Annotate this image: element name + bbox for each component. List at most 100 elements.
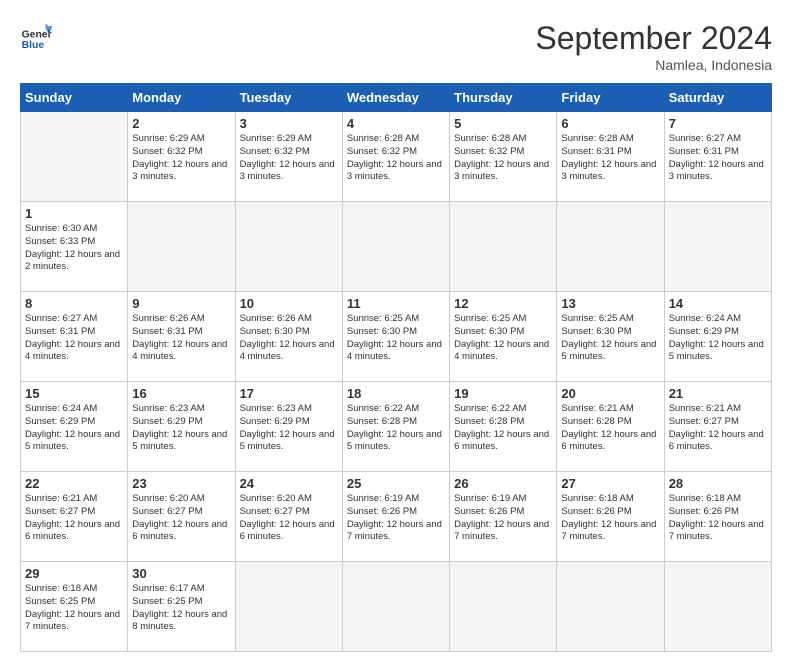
calendar-table: SundayMondayTuesdayWednesdayThursdayFrid… [20,83,772,652]
day-cell-13: 13 Sunrise: 6:25 AMSunset: 6:30 PMDaylig… [557,292,664,382]
cell-info: Sunrise: 6:24 AMSunset: 6:29 PMDaylight:… [25,403,123,454]
day-cell-25: 25 Sunrise: 6:19 AMSunset: 6:26 PMDaylig… [342,472,449,562]
empty-cell [664,562,771,652]
day-cell-24: 24 Sunrise: 6:20 AMSunset: 6:27 PMDaylig… [235,472,342,562]
day-cell-19: 19 Sunrise: 6:22 AMSunset: 6:28 PMDaylig… [450,382,557,472]
day-number: 3 [240,116,338,131]
cell-info: Sunrise: 6:27 AMSunset: 6:31 PMDaylight:… [669,133,767,184]
cell-info: Sunrise: 6:19 AMSunset: 6:26 PMDaylight:… [454,493,552,544]
day-number: 9 [132,296,230,311]
day-header-tuesday: Tuesday [235,84,342,112]
day-number: 2 [132,116,230,131]
day-number: 28 [669,476,767,491]
cell-info: Sunrise: 6:23 AMSunset: 6:29 PMDaylight:… [240,403,338,454]
day-header-thursday: Thursday [450,84,557,112]
cell-info: Sunrise: 6:21 AMSunset: 6:27 PMDaylight:… [669,403,767,454]
cell-info: Sunrise: 6:26 AMSunset: 6:30 PMDaylight:… [240,313,338,364]
cell-info: Sunrise: 6:28 AMSunset: 6:32 PMDaylight:… [347,133,445,184]
cell-info: Sunrise: 6:28 AMSunset: 6:31 PMDaylight:… [561,133,659,184]
empty-cell [342,562,449,652]
day-cell-12: 12 Sunrise: 6:25 AMSunset: 6:30 PMDaylig… [450,292,557,382]
svg-text:General: General [22,30,52,41]
day-number: 12 [454,296,552,311]
cell-info: Sunrise: 6:20 AMSunset: 6:27 PMDaylight:… [132,493,230,544]
day-number: 23 [132,476,230,491]
day-header-saturday: Saturday [664,84,771,112]
day-number: 27 [561,476,659,491]
day-number: 26 [454,476,552,491]
cell-info: Sunrise: 6:20 AMSunset: 6:27 PMDaylight:… [240,493,338,544]
day-number: 25 [347,476,445,491]
cell-info: Sunrise: 6:24 AMSunset: 6:29 PMDaylight:… [669,313,767,364]
svg-text:Blue: Blue [22,40,45,51]
day-cell-8: 8 Sunrise: 6:27 AMSunset: 6:31 PMDayligh… [21,292,128,382]
cell-info: Sunrise: 6:25 AMSunset: 6:30 PMDaylight:… [454,313,552,364]
cell-info: Sunrise: 6:25 AMSunset: 6:30 PMDaylight:… [561,313,659,364]
calendar-week-2: 1 Sunrise: 6:30 AMSunset: 6:33 PMDayligh… [21,202,772,292]
empty-cell [342,202,449,292]
day-number: 11 [347,296,445,311]
empty-cell [557,202,664,292]
day-number: 24 [240,476,338,491]
day-number: 17 [240,386,338,401]
day-cell-27: 27 Sunrise: 6:18 AMSunset: 6:26 PMDaylig… [557,472,664,562]
cell-info: Sunrise: 6:25 AMSunset: 6:30 PMDaylight:… [347,313,445,364]
day-number: 18 [347,386,445,401]
day-cell-15: 15 Sunrise: 6:24 AMSunset: 6:29 PMDaylig… [21,382,128,472]
calendar-week-6: 29 Sunrise: 6:18 AMSunset: 6:25 PMDaylig… [21,562,772,652]
cell-info: Sunrise: 6:30 AMSunset: 6:33 PMDaylight:… [25,223,123,274]
day-cell-30: 30 Sunrise: 6:17 AMSunset: 6:25 PMDaylig… [128,562,235,652]
day-number: 1 [25,206,123,221]
cell-info: Sunrise: 6:22 AMSunset: 6:28 PMDaylight:… [454,403,552,454]
empty-cell [235,202,342,292]
day-number: 19 [454,386,552,401]
day-cell-26: 26 Sunrise: 6:19 AMSunset: 6:26 PMDaylig… [450,472,557,562]
day-header-wednesday: Wednesday [342,84,449,112]
day-cell-21: 21 Sunrise: 6:21 AMSunset: 6:27 PMDaylig… [664,382,771,472]
cell-info: Sunrise: 6:29 AMSunset: 6:32 PMDaylight:… [132,133,230,184]
month-title: September 2024 [535,20,772,57]
logo: General Blue [20,20,52,52]
day-number: 15 [25,386,123,401]
day-header-monday: Monday [128,84,235,112]
empty-cell [450,202,557,292]
cell-info: Sunrise: 6:17 AMSunset: 6:25 PMDaylight:… [132,583,230,634]
empty-cell [450,562,557,652]
day-cell-28: 28 Sunrise: 6:18 AMSunset: 6:26 PMDaylig… [664,472,771,562]
day-cell-29: 29 Sunrise: 6:18 AMSunset: 6:25 PMDaylig… [21,562,128,652]
day-number: 16 [132,386,230,401]
title-block: September 2024 Namlea, Indonesia [535,20,772,73]
header-row: SundayMondayTuesdayWednesdayThursdayFrid… [21,84,772,112]
calendar-week-4: 15 Sunrise: 6:24 AMSunset: 6:29 PMDaylig… [21,382,772,472]
logo-icon: General Blue [20,20,52,52]
day-cell-14: 14 Sunrise: 6:24 AMSunset: 6:29 PMDaylig… [664,292,771,382]
day-cell-7: 7 Sunrise: 6:27 AMSunset: 6:31 PMDayligh… [664,112,771,202]
day-cell-2: 2 Sunrise: 6:29 AMSunset: 6:32 PMDayligh… [128,112,235,202]
empty-cell [235,562,342,652]
day-cell-16: 16 Sunrise: 6:23 AMSunset: 6:29 PMDaylig… [128,382,235,472]
cell-info: Sunrise: 6:26 AMSunset: 6:31 PMDaylight:… [132,313,230,364]
day-cell-9: 9 Sunrise: 6:26 AMSunset: 6:31 PMDayligh… [128,292,235,382]
cell-info: Sunrise: 6:21 AMSunset: 6:28 PMDaylight:… [561,403,659,454]
day-cell-4: 4 Sunrise: 6:28 AMSunset: 6:32 PMDayligh… [342,112,449,202]
day-number: 22 [25,476,123,491]
day-cell-6: 6 Sunrise: 6:28 AMSunset: 6:31 PMDayligh… [557,112,664,202]
day-cell-5: 5 Sunrise: 6:28 AMSunset: 6:32 PMDayligh… [450,112,557,202]
cell-info: Sunrise: 6:23 AMSunset: 6:29 PMDaylight:… [132,403,230,454]
day-cell-23: 23 Sunrise: 6:20 AMSunset: 6:27 PMDaylig… [128,472,235,562]
day-cell-20: 20 Sunrise: 6:21 AMSunset: 6:28 PMDaylig… [557,382,664,472]
cell-info: Sunrise: 6:27 AMSunset: 6:31 PMDaylight:… [25,313,123,364]
cell-info: Sunrise: 6:19 AMSunset: 6:26 PMDaylight:… [347,493,445,544]
empty-cell [128,202,235,292]
day-number: 13 [561,296,659,311]
day-number: 4 [347,116,445,131]
cell-info: Sunrise: 6:18 AMSunset: 6:26 PMDaylight:… [561,493,659,544]
day-cell-18: 18 Sunrise: 6:22 AMSunset: 6:28 PMDaylig… [342,382,449,472]
day-header-friday: Friday [557,84,664,112]
location: Namlea, Indonesia [535,57,772,73]
day-number: 8 [25,296,123,311]
day-number: 10 [240,296,338,311]
cell-info: Sunrise: 6:28 AMSunset: 6:32 PMDaylight:… [454,133,552,184]
empty-cell [557,562,664,652]
page-header: General Blue September 2024 Namlea, Indo… [20,20,772,73]
